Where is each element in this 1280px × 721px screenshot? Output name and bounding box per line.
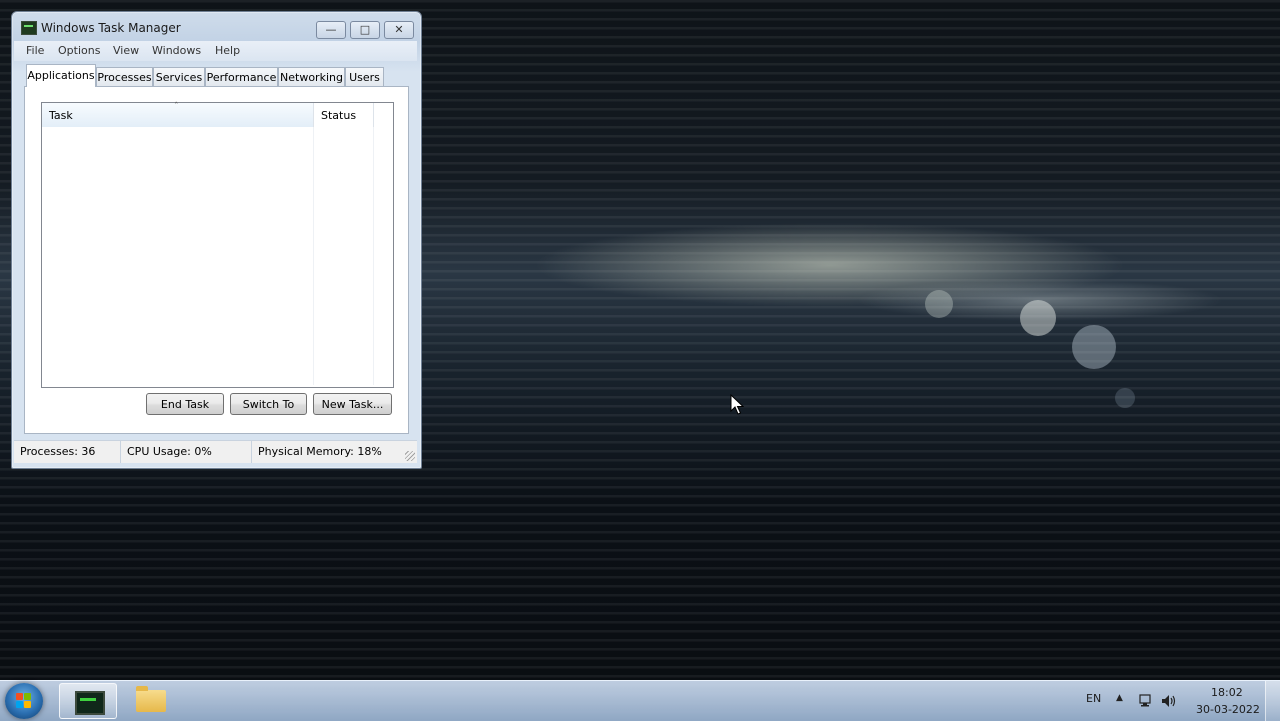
status-bar: Processes: 36 CPU Usage: 0% Physical Mem… bbox=[14, 440, 417, 463]
title-bar[interactable]: Windows Task Manager — □ ✕ bbox=[12, 12, 421, 42]
volume-icon[interactable] bbox=[1160, 693, 1178, 709]
tab-services[interactable]: Services bbox=[153, 67, 205, 86]
close-icon: ✕ bbox=[394, 23, 404, 36]
task-manager-icon bbox=[75, 691, 105, 715]
status-processes: Processes: 36 bbox=[14, 441, 121, 463]
status-cpu-usage: CPU Usage: 0% bbox=[121, 441, 252, 463]
minimize-button[interactable]: — bbox=[316, 21, 346, 39]
clock-date[interactable]: 30-03-2022 bbox=[1196, 703, 1260, 716]
menu-options[interactable]: Options bbox=[58, 44, 100, 57]
wallpaper-bokeh bbox=[925, 290, 953, 318]
sort-ascending-icon: ˆ bbox=[174, 102, 179, 112]
tab-networking[interactable]: Networking bbox=[278, 67, 345, 86]
start-button[interactable] bbox=[5, 683, 43, 719]
maximize-icon: □ bbox=[359, 23, 371, 36]
tab-users[interactable]: Users bbox=[345, 67, 384, 86]
network-icon[interactable] bbox=[1138, 693, 1154, 709]
new-task-button[interactable]: New Task... bbox=[313, 393, 392, 415]
menu-bar: File Options View Windows Help bbox=[14, 41, 417, 61]
menu-windows[interactable]: Windows bbox=[152, 44, 201, 57]
column-divider bbox=[373, 127, 374, 385]
folder-icon bbox=[136, 686, 166, 712]
windows-start-icon bbox=[16, 693, 32, 709]
minimize-icon: — bbox=[325, 23, 337, 36]
taskbar: EN ▲ 18:02 30-03-2022 bbox=[0, 680, 1280, 721]
show-desktop-button[interactable] bbox=[1265, 681, 1280, 721]
switch-to-button[interactable]: Switch To bbox=[230, 393, 307, 415]
tab-applications[interactable]: Applications bbox=[26, 64, 96, 87]
tab-performance[interactable]: Performance bbox=[205, 67, 278, 86]
clock-time[interactable]: 18:02 bbox=[1211, 686, 1243, 699]
mouse-cursor-icon bbox=[730, 394, 744, 415]
close-button[interactable]: ✕ bbox=[384, 21, 414, 39]
menu-file[interactable]: File bbox=[26, 44, 44, 57]
taskbar-task-manager-button[interactable] bbox=[59, 683, 117, 719]
wallpaper-bokeh bbox=[1115, 388, 1135, 408]
menu-view[interactable]: View bbox=[113, 44, 139, 57]
menu-help[interactable]: Help bbox=[215, 44, 240, 57]
task-manager-window[interactable]: Windows Task Manager — □ ✕ File Options … bbox=[11, 11, 422, 469]
column-header-task-label: Task bbox=[49, 109, 73, 122]
window-title: Windows Task Manager bbox=[41, 21, 181, 35]
wallpaper-bokeh bbox=[1020, 300, 1056, 336]
column-header-filler bbox=[374, 103, 393, 127]
chevron-up-icon[interactable]: ▲ bbox=[1116, 693, 1123, 703]
column-header-task[interactable]: Task ˆ bbox=[42, 103, 314, 127]
end-task-button[interactable]: End Task bbox=[146, 393, 224, 415]
task-list[interactable]: Task ˆ Status bbox=[41, 102, 394, 388]
maximize-button[interactable]: □ bbox=[350, 21, 380, 39]
language-indicator[interactable]: EN bbox=[1086, 692, 1101, 705]
status-physical-memory: Physical Memory: 18% bbox=[258, 445, 382, 458]
task-manager-icon bbox=[21, 21, 37, 35]
resize-grip-icon[interactable] bbox=[405, 451, 415, 461]
column-divider bbox=[313, 127, 314, 385]
column-header-status-label: Status bbox=[321, 109, 357, 122]
wallpaper-bokeh bbox=[1072, 325, 1116, 369]
tab-processes[interactable]: Processes bbox=[96, 67, 153, 86]
taskbar-explorer-button[interactable] bbox=[121, 683, 179, 719]
column-header-status[interactable]: Status bbox=[314, 103, 374, 127]
